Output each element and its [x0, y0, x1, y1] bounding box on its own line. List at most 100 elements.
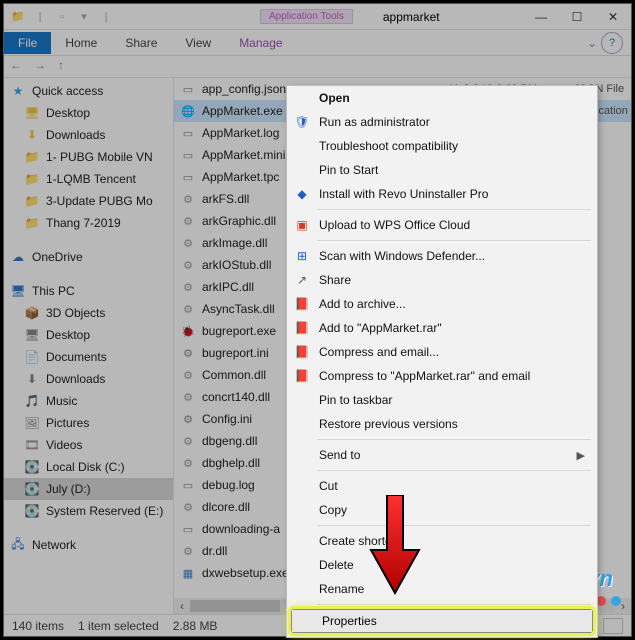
ctx-pin-start[interactable]: Pin to Start — [287, 158, 597, 182]
ctx-pin-taskbar[interactable]: Pin to taskbar — [287, 388, 597, 412]
tree-item[interactable]: 🎞Videos — [4, 434, 173, 456]
tree-item[interactable]: ⬇ Downloads — [4, 368, 173, 390]
home-tab[interactable]: Home — [51, 32, 111, 54]
file-icon: ▭ — [180, 81, 196, 97]
defender-icon: ⊞ — [293, 247, 311, 265]
file-icon: 🐞 — [180, 323, 196, 339]
file-icon: ⚙ — [180, 367, 196, 383]
minimize-button[interactable]: — — [523, 4, 559, 30]
ctx-defender[interactable]: ⊞Scan with Windows Defender... — [287, 244, 597, 268]
tree-item[interactable]: 🖥Desktop — [4, 324, 173, 346]
ctx-create-shortcut[interactable]: Create shortcut — [287, 529, 597, 553]
tree-item[interactable]: 📁 Thang 7-2019 — [4, 212, 173, 234]
ctx-add-archive[interactable]: 📕Add to archive... — [287, 292, 597, 316]
drive-icon: 💽 — [24, 481, 40, 497]
navigation-pane[interactable]: ★ Quick access 🖥Desktop⬇Downloads📁1- PUB… — [4, 78, 174, 614]
share-tab[interactable]: Share — [111, 32, 171, 54]
help-button[interactable]: ? — [601, 32, 623, 54]
ctx-run-admin[interactable]: 🛡Run as administrator — [287, 110, 597, 134]
ctx-properties[interactable]: Properties — [291, 609, 593, 633]
folder-icon: 📁 — [24, 215, 40, 231]
up-button[interactable]: ↑ — [58, 58, 76, 76]
ctx-restore-versions[interactable]: Restore previous versions — [287, 412, 597, 436]
tree-item[interactable]: 📁1-LQMB Tencent — [4, 168, 173, 190]
contextual-tools-label: Application Tools — [260, 9, 353, 24]
ctx-cut[interactable]: Cut — [287, 474, 597, 498]
ribbon-expand-icon[interactable]: ⌄ — [587, 36, 597, 50]
tree-label: Downloads — [46, 372, 105, 386]
qat-button[interactable]: ▫ — [52, 7, 72, 27]
tree-label: Videos — [46, 438, 82, 452]
tree-item[interactable]: 🖥Desktop — [4, 102, 173, 124]
tree-label: Music — [46, 394, 77, 408]
scroll-right-icon[interactable]: › — [615, 598, 631, 614]
file-icon: ▭ — [180, 125, 196, 141]
file-icon: ⚙ — [180, 257, 196, 273]
ctx-properties-label: Properties — [322, 614, 377, 628]
ctx-send-to[interactable]: Send to▶ — [287, 443, 597, 467]
tree-item[interactable]: 💽July (D:) — [4, 478, 173, 500]
file-icon: ⚙ — [180, 455, 196, 471]
tree-item[interactable]: 📄Documents — [4, 346, 173, 368]
file-icon: ▭ — [180, 477, 196, 493]
qat-divider: | — [30, 7, 50, 27]
view-icons-button[interactable] — [603, 618, 623, 634]
onedrive-node[interactable]: ☁ OneDrive — [4, 246, 173, 268]
ctx-rename[interactable]: Rename — [287, 577, 597, 601]
ribbon-tabs: File Home Share View Manage ⌄ ? — [4, 30, 631, 56]
file-icon: ⚙ — [180, 433, 196, 449]
tree-label: 1-LQMB Tencent — [46, 172, 136, 186]
tree-item[interactable]: 💽Local Disk (C:) — [4, 456, 173, 478]
file-icon: ⚙ — [180, 191, 196, 207]
tree-item[interactable]: 📁1- PUBG Mobile VN — [4, 146, 173, 168]
ctx-copy[interactable]: Copy — [287, 498, 597, 522]
tree-label: Desktop — [46, 328, 90, 342]
ctx-troubleshoot[interactable]: Troubleshoot compatibility — [287, 134, 597, 158]
ctx-add-rar[interactable]: 📕Add to "AppMarket.rar" — [287, 316, 597, 340]
file-icon: ⚙ — [180, 301, 196, 317]
ctx-share[interactable]: ↗Share — [287, 268, 597, 292]
scroll-thumb[interactable] — [190, 600, 280, 612]
context-menu: Open 🛡Run as administrator Troubleshoot … — [286, 85, 598, 638]
file-icon: ⚙ — [180, 345, 196, 361]
folder-icon: 📁 — [8, 7, 28, 27]
quick-access-node[interactable]: ★ Quick access — [4, 80, 173, 102]
ctx-revo[interactable]: ◆Install with Revo Uninstaller Pro — [287, 182, 597, 206]
forward-button[interactable]: → — [34, 58, 52, 76]
ctx-wps-upload[interactable]: ▣Upload to WPS Office Cloud — [287, 213, 597, 237]
view-tab[interactable]: View — [171, 32, 225, 54]
ctx-compress-email[interactable]: 📕Compress and email... — [287, 340, 597, 364]
drive-icon: 💽 — [24, 503, 40, 519]
tree-item[interactable]: 🖼Pictures — [4, 412, 173, 434]
qat-divider: | — [96, 7, 116, 27]
maximize-button[interactable]: ☐ — [559, 4, 595, 30]
archive-icon: 📕 — [293, 319, 311, 337]
revo-icon: ◆ — [293, 185, 311, 203]
scroll-left-icon[interactable]: ‹ — [174, 598, 190, 614]
titlebar: 📁 | ▫ ▾ | Application Tools appmarket — … — [4, 4, 631, 30]
file-icon: ▭ — [180, 521, 196, 537]
ctx-delete[interactable]: Delete — [287, 553, 597, 577]
drive-icon: ⬇ — [24, 371, 40, 387]
this-pc-node[interactable]: 🖥 This PC — [4, 280, 173, 302]
file-icon: ⚙ — [180, 389, 196, 405]
tree-item[interactable]: 📦3D Objects — [4, 302, 173, 324]
tree-item[interactable]: 🎵Music — [4, 390, 173, 412]
close-button[interactable]: ✕ — [595, 4, 631, 30]
tree-label: 1- PUBG Mobile VN — [46, 150, 153, 164]
tree-item[interactable]: 💽 System Reserved (E:) — [4, 500, 173, 522]
cloud-icon: ☁ — [10, 249, 26, 265]
qat-button[interactable]: ▾ — [74, 7, 94, 27]
back-button[interactable]: ← — [10, 58, 28, 76]
ctx-open[interactable]: Open — [287, 86, 597, 110]
network-node[interactable]: 🖧 Network — [4, 534, 173, 556]
tree-label: Thang 7-2019 — [46, 216, 121, 230]
shield-icon: 🛡 — [293, 113, 311, 131]
file-icon: ⚙ — [180, 213, 196, 229]
manage-tab[interactable]: Manage — [225, 32, 296, 54]
tree-label: System Reserved (E:) — [46, 504, 163, 518]
tree-item[interactable]: 📁3-Update PUBG Mo — [4, 190, 173, 212]
tree-item[interactable]: ⬇Downloads — [4, 124, 173, 146]
file-tab[interactable]: File — [4, 32, 51, 54]
ctx-compress-rar-email[interactable]: 📕Compress to "AppMarket.rar" and email — [287, 364, 597, 388]
